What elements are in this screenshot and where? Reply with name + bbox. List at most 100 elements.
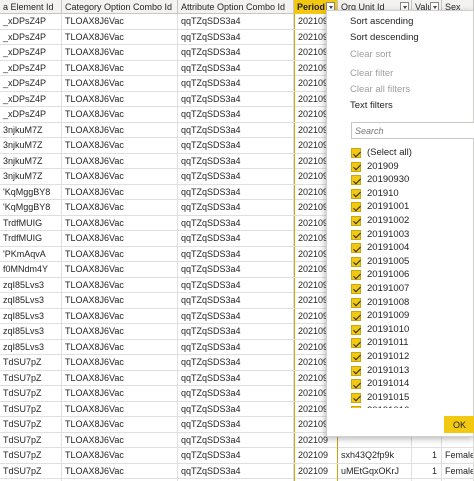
data-element-id-cell: zqI85Lvs3 xyxy=(0,277,62,293)
filter-option-label: 20191006 xyxy=(367,269,410,281)
attribute-option-combo-cell: qqTZqSDS3a4 xyxy=(178,231,294,246)
filter-option[interactable]: 20191013 xyxy=(351,364,474,378)
attribute-option-combo-cell: qqTZqSDS3a4 xyxy=(178,432,294,448)
checkbox-checked-icon[interactable] xyxy=(351,338,361,349)
filter-options-list[interactable]: (Select all) 201909 20190930 201910 20191001… xyxy=(351,146,474,408)
filter-option[interactable]: 20191001 xyxy=(351,200,474,214)
text-filters-item[interactable]: Text filters xyxy=(350,100,393,111)
checkbox-checked-icon[interactable] xyxy=(351,379,361,390)
attribute-option-combo-cell: qqTZqSDS3a4 xyxy=(178,76,294,91)
filter-option-label: 20191014 xyxy=(367,378,410,390)
sort-ascending-item[interactable]: Sort ascending xyxy=(350,16,413,27)
filter-option-label: 20191004 xyxy=(367,242,410,254)
attribute-option-combo-cell: qqTZqSDS3a4 xyxy=(178,293,294,308)
attribute-option-combo-cell: qqTZqSDS3a4 xyxy=(178,138,294,153)
checkbox-checked-icon[interactable] xyxy=(351,148,361,158)
checkbox-checked-icon[interactable] xyxy=(351,351,361,362)
category-option-combo-cell: TLOAX8J6Vac xyxy=(62,355,178,370)
checkbox-checked-icon[interactable] xyxy=(351,392,361,403)
checkbox-checked-icon[interactable] xyxy=(351,243,361,254)
data-element-id-cell: zqI85Lvs3 xyxy=(0,324,62,339)
category-option-combo-cell: TLOAX8J6Vac xyxy=(62,246,178,262)
filter-option[interactable]: 20191002 xyxy=(351,214,474,228)
filter-option-label: 20191012 xyxy=(367,350,410,362)
sort-descending-item[interactable]: Sort descending xyxy=(350,32,419,43)
data-element-id-cell: zqI85Lvs3 xyxy=(0,339,62,355)
attribute-option-combo-cell: qqTZqSDS3a4 xyxy=(178,60,294,76)
data-element-id-cell: TdSU7pZ xyxy=(0,463,62,479)
checkbox-checked-icon[interactable] xyxy=(351,324,361,335)
attribute-option-combo-cell: qqTZqSDS3a4 xyxy=(178,308,294,324)
data-element-id-cell: _xDPsZ4P xyxy=(0,45,62,60)
column-header-category-option-combo-id[interactable]: Category Option Combo Id xyxy=(62,0,178,14)
filter-dropdown-menu: Sort ascending Sort descending Clear sor… xyxy=(326,10,474,437)
filter-option[interactable]: 20191014 xyxy=(351,377,474,391)
filter-option[interactable]: 20191011 xyxy=(351,336,474,350)
filter-option[interactable]: 20191015 xyxy=(351,391,474,405)
attribute-option-combo-cell: qqTZqSDS3a4 xyxy=(178,448,294,463)
filter-option[interactable]: 20191012 xyxy=(351,350,474,364)
attribute-option-combo-cell: qqTZqSDS3a4 xyxy=(178,355,294,370)
ok-button[interactable]: OK xyxy=(444,416,474,433)
filter-option-label: 20191001 xyxy=(367,201,410,213)
filter-option[interactable]: 20191008 xyxy=(351,296,474,310)
category-option-combo-cell: TLOAX8J6Vac xyxy=(62,215,178,231)
checkbox-checked-icon[interactable] xyxy=(351,297,361,308)
checkbox-checked-icon[interactable] xyxy=(351,188,361,199)
filter-option[interactable]: 20190930 xyxy=(351,173,474,187)
attribute-option-combo-cell: qqTZqSDS3a4 xyxy=(178,277,294,293)
data-element-id-cell: _xDPsZ4P xyxy=(0,107,62,122)
column-header-attribute-option-combo-id[interactable]: Attribute Option Combo Id xyxy=(178,0,294,14)
filter-option[interactable]: 20191009 xyxy=(351,309,474,323)
attribute-option-combo-cell: qqTZqSDS3a4 xyxy=(178,14,294,29)
filter-option[interactable]: 20191003 xyxy=(351,228,474,242)
data-element-id-cell: TdSU7pZ xyxy=(0,401,62,417)
category-option-combo-cell: TLOAX8J6Vac xyxy=(62,262,178,277)
org-unit-cell: sxh43Q2fp9k xyxy=(338,448,412,463)
checkbox-checked-icon[interactable] xyxy=(351,365,361,376)
checkbox-checked-icon[interactable] xyxy=(351,256,361,267)
category-option-combo-cell: TLOAX8J6Vac xyxy=(62,308,178,324)
filter-option[interactable]: 20191016 xyxy=(351,404,474,408)
checkbox-checked-icon[interactable] xyxy=(351,215,361,226)
data-element-id-cell: TrdfMUIG xyxy=(0,231,62,246)
data-element-id-cell: TdSU7pZ xyxy=(0,417,62,432)
filter-option[interactable]: 201910 xyxy=(351,187,474,201)
filter-option[interactable]: 201909 xyxy=(351,160,474,174)
data-element-id-cell: TdSU7pZ xyxy=(0,355,62,370)
column-header-data-element-id[interactable]: a Element Id xyxy=(0,0,62,14)
filter-option-label: 20191013 xyxy=(367,364,410,376)
filter-option-label: 20191002 xyxy=(367,214,410,226)
select-all-option[interactable]: (Select all) xyxy=(351,146,474,160)
attribute-option-combo-cell: qqTZqSDS3a4 xyxy=(178,339,294,355)
checkbox-checked-icon[interactable] xyxy=(351,161,361,172)
data-element-id-cell: 3njkuM7Z xyxy=(0,122,62,138)
filter-option-label: 20191011 xyxy=(367,337,409,349)
checkbox-checked-icon[interactable] xyxy=(351,270,361,281)
checkbox-checked-icon[interactable] xyxy=(351,202,361,213)
data-element-id-cell: _xDPsZ4P xyxy=(0,60,62,76)
attribute-option-combo-cell: qqTZqSDS3a4 xyxy=(178,324,294,339)
filter-option[interactable]: 20191005 xyxy=(351,255,474,269)
filter-search-input[interactable] xyxy=(351,122,474,139)
data-element-id-cell: zqI85Lvs3 xyxy=(0,293,62,308)
filter-option[interactable]: 20191007 xyxy=(351,282,474,296)
checkbox-checked-icon[interactable] xyxy=(351,229,361,240)
category-option-combo-cell: TLOAX8J6Vac xyxy=(62,169,178,184)
checkbox-checked-icon[interactable] xyxy=(351,311,361,322)
filter-option-label: 201910 xyxy=(367,187,399,199)
category-option-combo-cell: TLOAX8J6Vac xyxy=(62,339,178,355)
filter-option[interactable]: 20191006 xyxy=(351,268,474,282)
filter-option[interactable]: 20191010 xyxy=(351,323,474,337)
value-cell: 1 xyxy=(412,463,442,479)
attribute-option-combo-cell: qqTZqSDS3a4 xyxy=(178,29,294,45)
data-element-id-cell: 'KqMggBY8 xyxy=(0,200,62,215)
checkbox-checked-icon[interactable] xyxy=(351,406,361,408)
filter-option-label: 20191003 xyxy=(367,228,410,240)
attribute-option-combo-cell: qqTZqSDS3a4 xyxy=(178,262,294,277)
attribute-option-combo-cell: qqTZqSDS3a4 xyxy=(178,463,294,479)
checkbox-checked-icon[interactable] xyxy=(351,175,361,186)
table-row: TdSU7pZ TLOAX8J6Vac qqTZqSDS3a4 202109 sxh43… xyxy=(0,448,474,464)
checkbox-checked-icon[interactable] xyxy=(351,283,361,294)
filter-option[interactable]: 20191004 xyxy=(351,241,474,255)
